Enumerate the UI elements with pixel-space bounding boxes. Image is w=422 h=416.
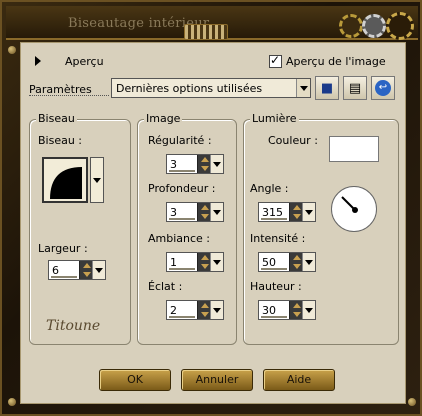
eclat-stepper[interactable]: 2 [166, 300, 224, 320]
lumiere-group-title: Lumière [250, 112, 299, 125]
ambiance-stepper[interactable]: 1 [166, 252, 224, 272]
delete-preset-icon: ▤ [348, 80, 362, 96]
light-color-swatch[interactable] [329, 136, 379, 162]
image-group-title: Image [144, 112, 183, 125]
angle-dropdown[interactable] [302, 203, 315, 221]
eclat-up-down[interactable] [197, 301, 211, 319]
image-group: Image Régularité : 3 Profondeur : 3 Ambi… [137, 112, 237, 345]
title-ornament [184, 24, 228, 40]
apercu-label: Aperçu [65, 55, 104, 68]
save-icon: ■ [320, 80, 334, 96]
lumiere-group: Lumière Couleur : Angle : 315 Intensité … [243, 112, 399, 345]
preview-checkbox[interactable] [269, 53, 282, 68]
profondeur-label: Profondeur : [148, 182, 216, 195]
regularite-stepper[interactable]: 3 [166, 154, 224, 174]
intensite-stepper[interactable]: 50 [258, 252, 316, 272]
largeur-label: Largeur : [38, 242, 88, 255]
presets-selected: Dernières options utilisées [116, 82, 263, 95]
presets-dropdown[interactable]: Dernières options utilisées [111, 78, 311, 98]
profondeur-stepper[interactable]: 3 [166, 202, 224, 222]
biseau-group: Biseau Biseau : Largeur : 6 Titoune [29, 112, 131, 345]
reset-button[interactable]: ↩ [371, 76, 395, 100]
regularite-up-down[interactable] [197, 155, 211, 173]
preview-checkbox-label[interactable]: Aperçu de l'image [286, 55, 386, 68]
profondeur-up-down[interactable] [197, 203, 211, 221]
largeur-dropdown[interactable] [92, 261, 105, 279]
expand-preview-icon[interactable] [35, 56, 41, 66]
ambiance-dropdown[interactable] [210, 253, 223, 271]
regularite-dropdown[interactable] [210, 155, 223, 173]
angle-stepper[interactable]: 315 [258, 202, 316, 222]
profondeur-dropdown[interactable] [210, 203, 223, 221]
hauteur-dropdown[interactable] [302, 301, 315, 319]
hauteur-stepper[interactable]: 30 [258, 300, 316, 320]
biseau-label: Biseau : [38, 134, 83, 147]
gear-icon [386, 12, 414, 40]
rivet [8, 46, 16, 54]
dialog-content: Aperçu Aperçu de l'image Paramètres Dern… [20, 42, 406, 404]
cancel-button[interactable]: Annuler [181, 369, 253, 391]
ambiance-label: Ambiance : [148, 232, 211, 245]
rivet [408, 398, 416, 406]
intensite-label: Intensité : [250, 232, 306, 245]
bevel-shape-dropdown[interactable] [90, 157, 104, 203]
presets-underline [29, 95, 109, 96]
delete-preset-button[interactable]: ▤ [343, 76, 367, 100]
largeur-stepper[interactable]: 6 [48, 260, 106, 280]
eclat-label: Éclat : [148, 280, 183, 293]
eclat-dropdown[interactable] [210, 301, 223, 319]
largeur-up-down[interactable] [79, 261, 93, 279]
bevel-shape-preview[interactable] [42, 157, 88, 203]
settings-gear-icon[interactable] [362, 14, 386, 38]
title-bar[interactable]: Biseautage intérieur [6, 6, 418, 40]
reset-icon: ↩ [375, 80, 391, 96]
angle-label: Angle : [250, 182, 289, 195]
hauteur-up-down[interactable] [289, 301, 303, 319]
intensite-up-down[interactable] [289, 253, 303, 271]
signature-logo: Titoune [46, 318, 101, 334]
biseau-group-title: Biseau [36, 112, 77, 125]
save-preset-button[interactable]: ■ [315, 76, 339, 100]
preview-row: Aperçu Aperçu de l'image [21, 43, 407, 73]
dialog-window: Biseautage intérieur Aperçu Aperçu de l'… [0, 0, 422, 416]
ambiance-up-down[interactable] [197, 253, 211, 271]
angle-dial[interactable] [331, 186, 377, 232]
ok-button[interactable]: OK [99, 369, 171, 391]
angle-dial-icon [341, 196, 358, 213]
intensite-dropdown[interactable] [302, 253, 315, 271]
regularite-label: Régularité : [148, 134, 212, 147]
help-button[interactable]: Aide [263, 369, 335, 391]
hauteur-label: Hauteur : [250, 280, 302, 293]
chevron-down-icon[interactable] [296, 79, 310, 97]
angle-up-down[interactable] [289, 203, 303, 221]
couleur-label: Couleur : [268, 134, 318, 147]
rivet [8, 398, 16, 406]
gear-icon [339, 14, 363, 38]
bevel-shape-icon [50, 167, 82, 199]
